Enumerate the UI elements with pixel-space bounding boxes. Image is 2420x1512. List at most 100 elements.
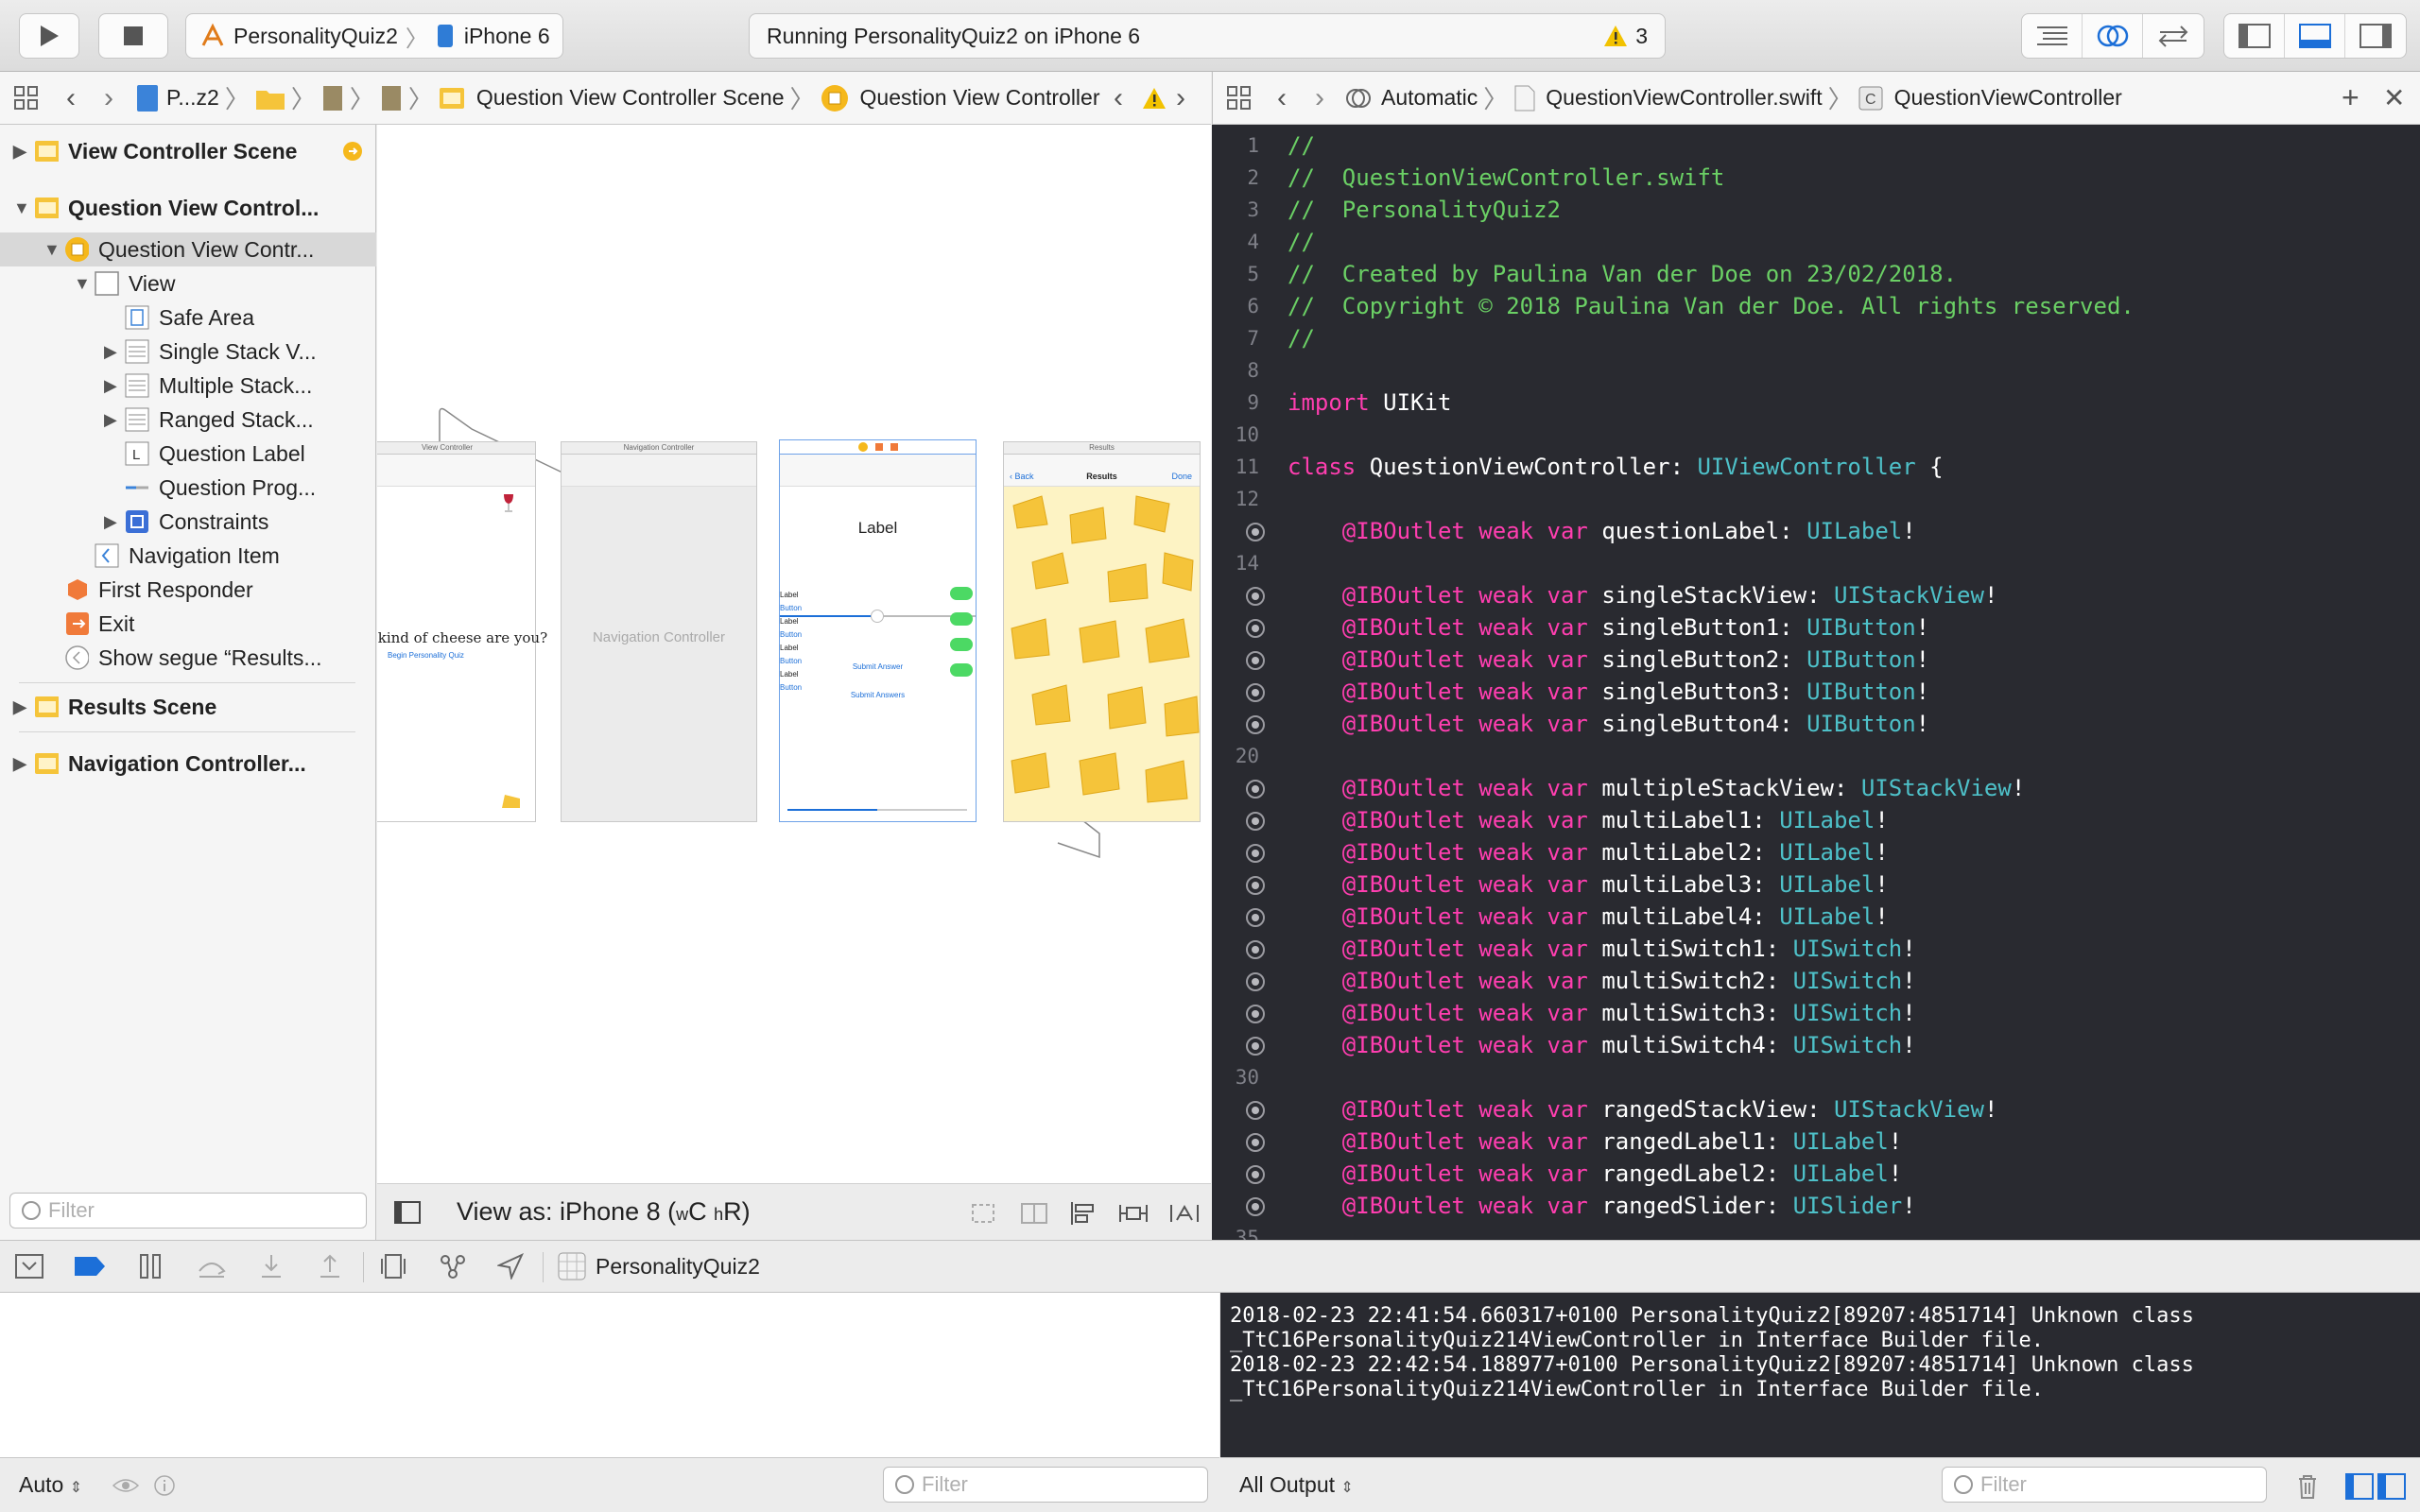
eye-icon[interactable] [112,1476,140,1495]
outline-item[interactable]: Show segue “Results... [43,641,322,675]
update-frames-icon[interactable] [969,1201,997,1226]
forward-arrow-icon[interactable]: › [1315,82,1324,114]
code-line[interactable]: @IBOutlet weak var multiSwitch2: UISwitc… [1212,966,2420,998]
outlet-connection-icon[interactable] [1246,940,1265,959]
storyboard-file-icon[interactable] [380,85,403,112]
outline-item[interactable]: Question Prog... [104,471,316,505]
results-scene[interactable]: Results ‹ Back Results Done [1003,441,1201,822]
code-line[interactable]: @IBOutlet weak var rangedSlider: UISlide… [1212,1191,2420,1223]
code-line[interactable]: @IBOutlet weak var multipleStackView: UI… [1212,773,2420,805]
disclosure-down-icon[interactable]: ▼ [43,240,64,260]
code-line[interactable]: 8 [1212,355,2420,387]
scheme-selector[interactable]: PersonalityQuiz2 〉 iPhone 6 [185,13,563,59]
disclosure-right-icon[interactable]: ▶ [104,376,125,396]
jump-class[interactable]: QuestionViewController [1894,85,2122,111]
trash-icon[interactable] [2296,1473,2319,1500]
jump-project[interactable]: P...z2 [166,85,219,111]
submit-answers-button[interactable]: Submit Answers [780,691,976,699]
run-button[interactable] [19,13,79,59]
split-view-icon[interactable] [2345,1473,2406,1500]
step-over-icon[interactable] [197,1254,227,1279]
question-view-controller-scene[interactable]: Label Label Button Label Button Label Bu… [779,439,977,822]
add-editor-icon[interactable]: + [2342,80,2360,115]
done-button[interactable]: Done [1171,472,1192,481]
code-line[interactable]: @IBOutlet weak var multiSwitch4: UISwitc… [1212,1030,2420,1062]
add-constraints-icon[interactable] [1118,1201,1149,1226]
code-line[interactable]: @IBOutlet weak var multiLabel3: UILabel! [1212,869,2420,902]
outline-item[interactable]: ▶ View Controller Scene [13,134,297,168]
outline-item[interactable]: L Question Label [104,437,305,471]
code-line[interactable]: @IBOutlet weak var singleButton4: UIButt… [1212,709,2420,741]
outline-item[interactable]: Exit [43,607,134,641]
next-issue-icon[interactable]: › [1176,82,1185,114]
code-line[interactable]: @IBOutlet weak var multiLabel1: UILabel! [1212,805,2420,837]
code-line[interactable]: @IBOutlet weak var singleStackView: UISt… [1212,580,2420,612]
code-line[interactable]: 35 [1212,1223,2420,1240]
code-line[interactable]: @IBOutlet weak var singleButton3: UIButt… [1212,677,2420,709]
code-line[interactable]: 12 [1212,484,2420,516]
disclosure-down-icon[interactable]: ▼ [74,274,95,294]
outlet-connection-icon[interactable] [1246,1133,1265,1152]
embed-in-stack-icon[interactable] [1020,1201,1048,1226]
version-editor-button[interactable] [2143,14,2204,58]
code-line[interactable]: 11 class QuestionViewController: UIViewCo… [1212,452,2420,484]
view-debugger-icon[interactable] [380,1253,406,1280]
code-line[interactable]: @IBOutlet weak var multiSwitch1: UISwitc… [1212,934,2420,966]
outline-item[interactable]: ▼ Question View Control... [13,191,319,225]
outlet-connection-icon[interactable] [1246,844,1265,863]
storyboard-file-icon[interactable] [321,85,344,112]
jump-scene[interactable]: Question View Controller Scene [476,85,785,111]
outline-item[interactable]: ▶ Single Stack V... [104,335,317,369]
debug-toggle-button[interactable] [2285,14,2345,58]
close-editor-icon[interactable]: ✕ [2383,82,2405,113]
folder-icon[interactable] [255,86,285,111]
simulate-location-icon[interactable] [497,1253,524,1280]
disclosure-right-icon[interactable]: ▶ [13,754,34,774]
jump-file[interactable]: QuestionViewController.swift [1546,85,1822,111]
outlet-connection-icon[interactable] [1246,715,1265,734]
switch-toggle[interactable] [950,587,973,600]
disclosure-right-icon[interactable]: ▶ [104,410,125,430]
disclosure-right-icon[interactable]: ▶ [104,342,125,362]
disclosure-right-icon[interactable]: ▶ [104,512,125,532]
variables-filter-field[interactable]: Filter [883,1467,1208,1503]
standard-editor-button[interactable] [2022,14,2083,58]
code-line[interactable]: @IBOutlet weak var rangedLabel2: UILabel… [1212,1159,2420,1191]
related-items-icon[interactable] [1226,85,1253,112]
outline-item[interactable]: ▶ Ranged Stack... [104,403,314,437]
outlet-connection-icon[interactable] [1246,1037,1265,1056]
outlet-connection-icon[interactable] [1246,972,1265,991]
code-line[interactable]: @IBOutlet weak var multiSwitch3: UISwitc… [1212,998,2420,1030]
toggle-outline-icon[interactable] [394,1201,421,1224]
assistant-editor-button[interactable] [2083,14,2143,58]
outline-item[interactable]: ▶ Multiple Stack... [104,369,312,403]
code-line[interactable]: @IBOutlet weak var multiLabel4: UILabel! [1212,902,2420,934]
outlet-connection-icon[interactable] [1246,683,1265,702]
submit-answer-button[interactable]: Submit Answer [780,662,976,671]
info-icon[interactable] [153,1474,176,1497]
outline-item[interactable]: Navigation Item [74,539,280,573]
breakpoints-toggle-icon[interactable] [74,1255,106,1278]
forward-arrow-icon[interactable]: › [104,82,113,114]
process-name[interactable]: PersonalityQuiz2 [596,1254,760,1280]
outlet-connection-icon[interactable] [1246,1165,1265,1184]
code-line[interactable]: 1 // [1212,130,2420,163]
switch-toggle[interactable] [950,638,973,651]
warning-badge[interactable]: 3 [1603,24,1648,49]
navigator-toggle-button[interactable] [2224,14,2285,58]
outlet-connection-icon[interactable] [1246,1005,1265,1023]
code-line[interactable]: 2 // QuestionViewController.swift [1212,163,2420,195]
switch-toggle[interactable] [950,612,973,626]
view-as-device[interactable]: View as: iPhone 8 (wC hR) [457,1197,751,1227]
code-line[interactable]: 20 [1212,741,2420,773]
outlet-connection-icon[interactable] [1246,876,1265,895]
code-line[interactable]: 9 import UIKit [1212,387,2420,420]
console-filter-field[interactable]: Filter [1942,1467,2267,1503]
code-line[interactable]: 3 // PersonalityQuiz2 [1212,195,2420,227]
outlet-connection-icon[interactable] [1246,1197,1265,1216]
code-line[interactable]: 14 [1212,548,2420,580]
outline-item[interactable]: ▶ Navigation Controller... [13,747,306,781]
navigation-controller-scene[interactable]: Navigation Controller Navigation Control… [561,441,757,822]
begin-quiz-link[interactable]: Begin Personality Quiz [388,651,464,660]
inspector-toggle-button[interactable] [2345,14,2406,58]
